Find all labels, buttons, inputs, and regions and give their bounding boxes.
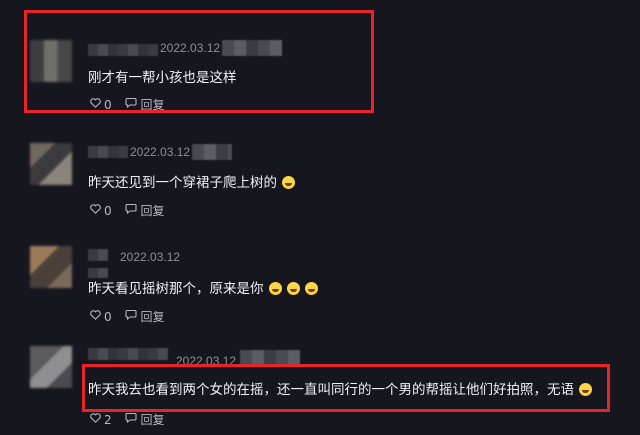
comment-text: 昨天还见到一个穿裙子爬上树的 <box>88 171 295 191</box>
like-button[interactable]: 0 <box>90 309 112 324</box>
avatar[interactable] <box>30 143 72 185</box>
comment-actions: 0 回复 <box>90 308 164 324</box>
censor-mosaic <box>192 144 232 160</box>
comment-bubble-icon <box>125 412 138 424</box>
laughing-emoji-icon <box>268 282 282 295</box>
username[interactable] <box>88 249 108 261</box>
reply-label: 回复 <box>140 310 165 324</box>
highlight-box <box>24 10 374 113</box>
comment-item: 2022.03.12 昨天看见摇树那个，原来是你 0 回复 <box>0 244 640 334</box>
comment-actions: 2 回复 <box>90 411 164 427</box>
avatar[interactable] <box>30 246 72 288</box>
comment-date: 2022.03.12 <box>120 250 181 264</box>
like-count: 0 <box>104 203 112 218</box>
reply-label: 回复 <box>140 204 165 218</box>
comment-text: 昨天看见摇树那个，原来是你 <box>88 277 318 297</box>
like-button[interactable]: 0 <box>90 203 112 218</box>
comment-actions: 0 回复 <box>90 202 164 218</box>
laughing-emoji-icon <box>304 282 318 295</box>
username[interactable] <box>88 146 128 158</box>
like-count: 2 <box>104 412 112 427</box>
laughing-emoji-icon <box>286 282 300 295</box>
heart-icon <box>90 413 101 424</box>
highlight-box <box>82 364 610 412</box>
username[interactable] <box>88 348 168 360</box>
reply-button[interactable]: 回复 <box>115 202 164 219</box>
avatar[interactable] <box>30 346 72 388</box>
like-button[interactable]: 2 <box>90 412 112 427</box>
reply-button[interactable]: 回复 <box>115 411 164 428</box>
heart-icon <box>90 204 101 215</box>
comment-item: 2022.03.12 昨天还见到一个穿裙子爬上树的 0 回复 <box>0 140 640 230</box>
comment-bubble-icon <box>125 203 138 215</box>
like-count: 0 <box>104 309 112 324</box>
laughing-emoji-icon <box>282 176 295 189</box>
comment-text-body: 昨天还见到一个穿裙子爬上树的 <box>88 175 277 191</box>
heart-icon <box>90 310 101 321</box>
comment-bubble-icon <box>125 309 138 321</box>
comment-text-body: 昨天看见摇树那个，原来是你 <box>88 281 264 297</box>
comment-date: 2022.03.12 <box>130 145 191 159</box>
reply-label: 回复 <box>140 413 165 427</box>
reply-button[interactable]: 回复 <box>115 308 164 325</box>
